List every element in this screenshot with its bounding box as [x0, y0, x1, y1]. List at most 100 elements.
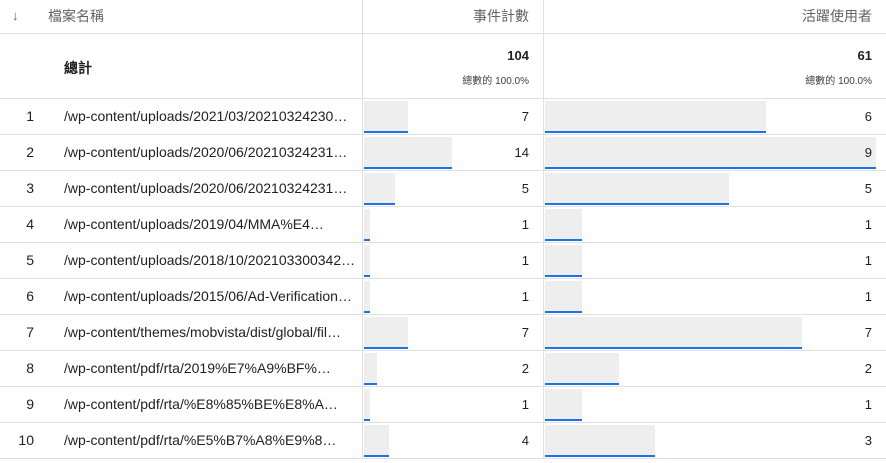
row-index-cell: 1: [0, 99, 48, 134]
active-users-bar: [545, 245, 582, 277]
row-index-cell: 4: [0, 207, 48, 242]
event-count-cell: 7: [363, 315, 544, 350]
file-name[interactable]: /wp-content/themes/mobvista/dist/global/…: [64, 315, 356, 350]
file-name[interactable]: /wp-content/uploads/2019/04/MMA%E4…: [64, 207, 356, 242]
active-users-bar: [545, 425, 655, 457]
table-row[interactable]: 8/wp-content/pdf/rta/2019%E7%A9%BF%… 2 2: [0, 351, 886, 387]
row-index-cell: 5: [0, 243, 48, 278]
table-row[interactable]: 2/wp-content/uploads/2020/06/20210324231…: [0, 135, 886, 171]
event-count-bar: [364, 389, 370, 421]
event-count-cell: 5: [363, 171, 544, 206]
active-users-header-cell[interactable]: 活躍使用者: [544, 0, 886, 33]
file-name-cell[interactable]: /wp-content/uploads/2019/04/MMA%E4…: [48, 207, 363, 242]
event-count-value: 1: [521, 253, 529, 268]
file-name[interactable]: /wp-content/pdf/rta/%E8%85%BE%E8%A…: [64, 387, 356, 422]
event-count-column-header[interactable]: 事件計數: [473, 0, 529, 33]
table-row[interactable]: 3/wp-content/uploads/2020/06/20210324231…: [0, 171, 886, 207]
active-users-bar: [545, 101, 766, 133]
file-name[interactable]: /wp-content/pdf/rta/%E5%B7%A8%E9%8…: [64, 423, 356, 458]
file-name[interactable]: /wp-content/uploads/2021/03/20210324230…: [64, 99, 356, 134]
file-name-cell[interactable]: /wp-content/pdf/rta/%E8%85%BE%E8%A…: [48, 387, 363, 422]
event-count-cell: 14: [363, 135, 544, 170]
file-name-column-header[interactable]: 檔案名稱: [48, 0, 104, 33]
active-users-value: 1: [864, 289, 872, 304]
active-users-value: 2: [864, 361, 872, 376]
event-count-cell: 7: [363, 99, 544, 134]
file-name-cell[interactable]: /wp-content/pdf/rta/%E5%B7%A8%E9%8…: [48, 423, 363, 458]
active-users-column-header[interactable]: 活躍使用者: [802, 0, 872, 33]
active-users-value: 7: [864, 325, 872, 340]
active-users-bar: [545, 389, 582, 421]
event-count-value: 7: [521, 325, 529, 340]
row-index-cell: 3: [0, 171, 48, 206]
file-name-cell[interactable]: /wp-content/uploads/2015/06/Ad-Verificat…: [48, 279, 363, 314]
event-count-cell: 1: [363, 387, 544, 422]
row-index: 4: [26, 216, 34, 232]
event-count-value: 4: [521, 433, 529, 448]
file-name-cell[interactable]: /wp-content/uploads/2020/06/20210324231…: [48, 135, 363, 170]
totals-active-users-cell: 61 總數的 100.0%: [544, 34, 886, 98]
file-name[interactable]: /wp-content/uploads/2015/06/Ad-Verificat…: [64, 279, 356, 314]
row-index: 10: [18, 432, 34, 448]
active-users-cell: 3: [544, 423, 886, 458]
event-count-value: 1: [521, 397, 529, 412]
row-index-cell: 6: [0, 279, 48, 314]
event-count-cell: 4: [363, 423, 544, 458]
active-users-bar: [545, 317, 802, 349]
totals-event-count-cell: 104 總數的 100.0%: [363, 34, 544, 98]
event-count-value: 5: [521, 181, 529, 196]
event-count-bar: [364, 101, 408, 133]
active-users-value: 9: [864, 145, 872, 160]
table-row[interactable]: 7/wp-content/themes/mobvista/dist/global…: [0, 315, 886, 351]
table-row[interactable]: 5/wp-content/uploads/2018/10/20210330034…: [0, 243, 886, 279]
table-row[interactable]: 9/wp-content/pdf/rta/%E8%85%BE%E8%A… 1 1: [0, 387, 886, 423]
event-count-header-cell[interactable]: 事件計數: [363, 0, 544, 33]
active-users-bar: [545, 281, 582, 313]
table-row[interactable]: 1/wp-content/uploads/2021/03/20210324230…: [0, 99, 886, 135]
event-count-bar: [364, 209, 370, 241]
table-row[interactable]: 10/wp-content/pdf/rta/%E5%B7%A8%E9%8… 4 3: [0, 423, 886, 459]
row-index-cell: 8: [0, 351, 48, 386]
active-users-value: 3: [864, 433, 872, 448]
file-name[interactable]: /wp-content/pdf/rta/2019%E7%A9%BF%…: [64, 351, 356, 386]
data-table: ↓ 檔案名稱 事件計數 活躍使用者 總計 104 總數的 100.0% 61 總…: [0, 0, 886, 463]
active-users-bar: [545, 137, 876, 169]
row-index-cell: 10: [0, 423, 48, 458]
event-count-value: 1: [521, 289, 529, 304]
active-users-value: 5: [864, 181, 872, 196]
active-users-cell: 9: [544, 135, 886, 170]
file-name[interactable]: /wp-content/uploads/2020/06/20210324231…: [64, 171, 356, 206]
row-index: 2: [26, 144, 34, 160]
active-users-cell: 5: [544, 171, 886, 206]
table-row[interactable]: 4/wp-content/uploads/2019/04/MMA%E4… 1 1: [0, 207, 886, 243]
active-users-value: 6: [864, 109, 872, 124]
event-count-value: 7: [521, 109, 529, 124]
table-row[interactable]: 6/wp-content/uploads/2015/06/Ad-Verifica…: [0, 279, 886, 315]
active-users-bar: [545, 353, 619, 385]
active-users-value: 1: [864, 397, 872, 412]
file-name[interactable]: /wp-content/uploads/2020/06/20210324231…: [64, 135, 356, 170]
file-name-cell[interactable]: /wp-content/themes/mobvista/dist/global/…: [48, 315, 363, 350]
event-count-bar: [364, 137, 452, 169]
row-index: 8: [26, 360, 34, 376]
file-name-cell[interactable]: /wp-content/pdf/rta/2019%E7%A9%BF%…: [48, 351, 363, 386]
active-users-cell: 2: [544, 351, 886, 386]
event-count-cell: 1: [363, 243, 544, 278]
event-count-bar: [364, 281, 370, 313]
active-users-bar: [545, 173, 729, 205]
row-index: 7: [26, 324, 34, 340]
active-users-cell: 7: [544, 315, 886, 350]
file-name-cell[interactable]: /wp-content/uploads/2020/06/20210324231…: [48, 171, 363, 206]
file-name-cell[interactable]: /wp-content/uploads/2018/10/202103300342…: [48, 243, 363, 278]
row-index: 3: [26, 180, 34, 196]
index-header-cell[interactable]: ↓: [0, 0, 48, 33]
totals-index-cell: [0, 34, 48, 98]
file-name-cell[interactable]: /wp-content/uploads/2021/03/20210324230…: [48, 99, 363, 134]
file-name[interactable]: /wp-content/uploads/2018/10/202103300342…: [64, 243, 356, 278]
active-users-cell: 1: [544, 207, 886, 242]
file-name-header-cell[interactable]: 檔案名稱: [48, 0, 363, 33]
event-count-cell: 1: [363, 207, 544, 242]
event-count-cell: 1: [363, 279, 544, 314]
totals-row: 總計 104 總數的 100.0% 61 總數的 100.0%: [0, 34, 886, 99]
sort-arrow-down-icon[interactable]: ↓: [12, 0, 19, 31]
